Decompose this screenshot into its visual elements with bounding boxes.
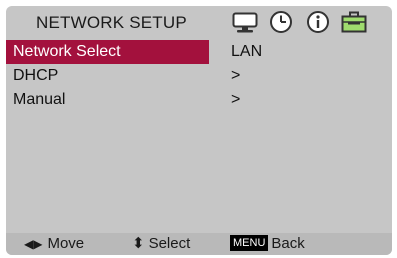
menu-row-value: > [231, 91, 241, 108]
menu-row-value: LAN [231, 43, 263, 60]
select-label: Select [148, 235, 191, 252]
osd-panel: NETWORK SETUP Network Select LAN DHCP > … [6, 6, 392, 255]
clock-icon[interactable] [269, 10, 293, 34]
menu-key-badge: MENU [230, 235, 269, 251]
menu-row-label: DHCP [13, 67, 59, 84]
left-right-arrows-icon: ◀▶ [24, 237, 43, 251]
menu-row-network-select[interactable]: Network Select LAN [6, 40, 392, 64]
back-hint: MENU Back [230, 233, 305, 255]
menu-row-value: > [231, 67, 241, 84]
menu-row-manual[interactable]: Manual > [6, 88, 392, 112]
category-icons [226, 6, 392, 38]
footer-hints: ◀▶ Move ⬍ Select MENU Back [6, 233, 392, 255]
menu-row-dhcp[interactable]: DHCP > [6, 64, 392, 88]
monitor-icon[interactable] [232, 12, 258, 34]
page-title: NETWORK SETUP [36, 13, 187, 32]
move-label: Move [47, 235, 85, 252]
select-hint: ⬍ Select [132, 233, 190, 255]
toolbox-icon[interactable] [341, 11, 367, 33]
menu-list: Network Select LAN DHCP > Manual > [6, 40, 392, 233]
menu-row-label: Network Select [6, 40, 209, 64]
header: NETWORK SETUP [6, 6, 392, 38]
move-hint: ◀▶ Move [24, 233, 84, 255]
menu-row-label: Manual [13, 91, 66, 108]
info-icon[interactable] [306, 10, 330, 34]
up-down-arrows-icon: ⬍ [132, 235, 145, 252]
back-label: Back [271, 235, 305, 252]
